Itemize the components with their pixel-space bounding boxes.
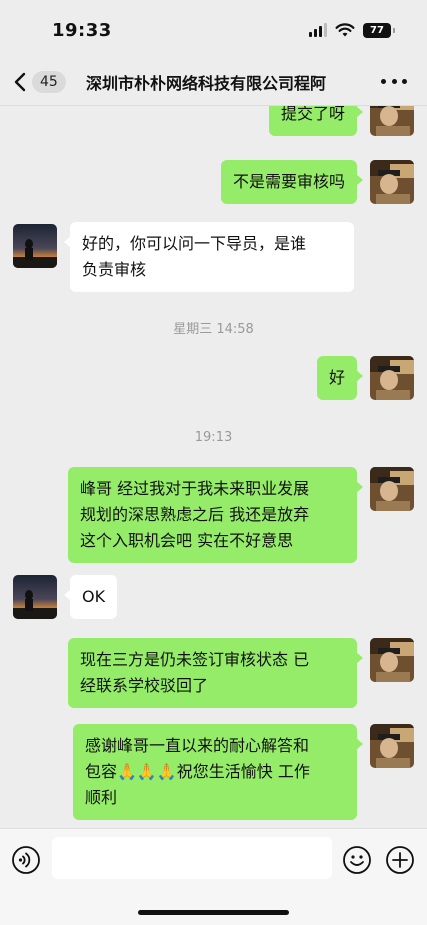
message-text: 负责审核 [82,260,147,279]
message-bubble-mine[interactable]: 现在三方是仍未签订审核状态 已 经联系学校驳回了 [68,638,363,708]
message-text: 好的，你可以问一下导员，是谁 [82,234,307,253]
wifi-icon [335,23,355,37]
my-avatar[interactable] [370,724,414,768]
my-avatar[interactable] [370,160,414,204]
message-text: 感谢峰哥一直以来的耐心解答和 [85,736,310,755]
my-avatar[interactable] [370,467,414,511]
message-list[interactable]: 提交了呀 不是需要审核吗 好的，你可以问一下导员，是谁 负责审核 星期三 14:… [0,106,427,828]
message-bubble-mine[interactable]: 不是需要审核吗 [220,160,364,204]
voice-icon[interactable] [11,845,41,875]
message-text: 现在三方是仍未签订审核状态 已 [80,650,310,669]
chevron-left-icon [14,72,26,92]
message-bubble-theirs[interactable]: 好的，你可以问一下导员，是谁 负责审核 [64,222,354,292]
message-bubble-mine[interactable]: 感谢峰哥一直以来的耐心解答和 包容🙏🙏🙏祝您生活愉快 工作 顺利 [73,724,363,820]
battery-icon: 77 [363,22,395,38]
status-bar: 19:33 77 [0,0,427,58]
message-bubble-mine[interactable]: 峰哥 经过我对于我未来职业发展 规划的深思熟虑之后 我还是放弃 这个入职机会吧 … [68,467,363,563]
my-avatar[interactable] [370,638,414,682]
status-time: 19:33 [52,20,112,41]
plus-icon[interactable] [385,845,415,875]
back-button[interactable]: 45 [14,66,66,98]
message-bubble-mine[interactable]: 好 [316,356,364,400]
message-bubble-mine[interactable]: 提交了呀 [268,106,364,136]
emoji-icon[interactable] [342,845,372,875]
message-text: 不是需要审核吗 [232,172,345,191]
message-input[interactable] [52,837,332,879]
home-indicator[interactable] [138,910,289,915]
chat-title: 深圳市朴朴网络科技有限公司程阿 [86,74,327,93]
chat-header: 45 深圳市朴朴网络科技有限公司程阿 [0,58,427,106]
message-text: 峰哥 经过我对于我未来职业发展 [80,479,310,498]
message-text: 规划的深思熟虑之后 我还是放弃 [80,505,310,524]
time-divider: 19:13 [194,430,233,445]
more-options-button[interactable] [381,70,407,92]
message-text: 顺利 [85,788,118,807]
contact-avatar[interactable] [13,575,57,619]
my-avatar[interactable] [370,106,414,136]
message-text: 这个入职机会吧 实在不好意思 [80,531,294,550]
message-bubble-theirs[interactable]: OK [63,575,118,619]
time-divider: 星期三 14:58 [173,322,254,337]
cellular-signal-icon [309,23,327,37]
message-text: 提交了呀 [280,106,345,123]
status-indicators: 77 [309,22,395,38]
message-text: 好 [328,368,345,387]
unread-count-badge: 45 [32,71,66,93]
message-text: 包容🙏🙏🙏祝您生活愉快 工作 [85,762,310,781]
message-text: 经联系学校驳回了 [80,676,209,695]
my-avatar[interactable] [370,356,414,400]
contact-avatar[interactable] [13,224,57,268]
message-text: OK [82,587,106,606]
more-dots-icon [381,78,386,84]
